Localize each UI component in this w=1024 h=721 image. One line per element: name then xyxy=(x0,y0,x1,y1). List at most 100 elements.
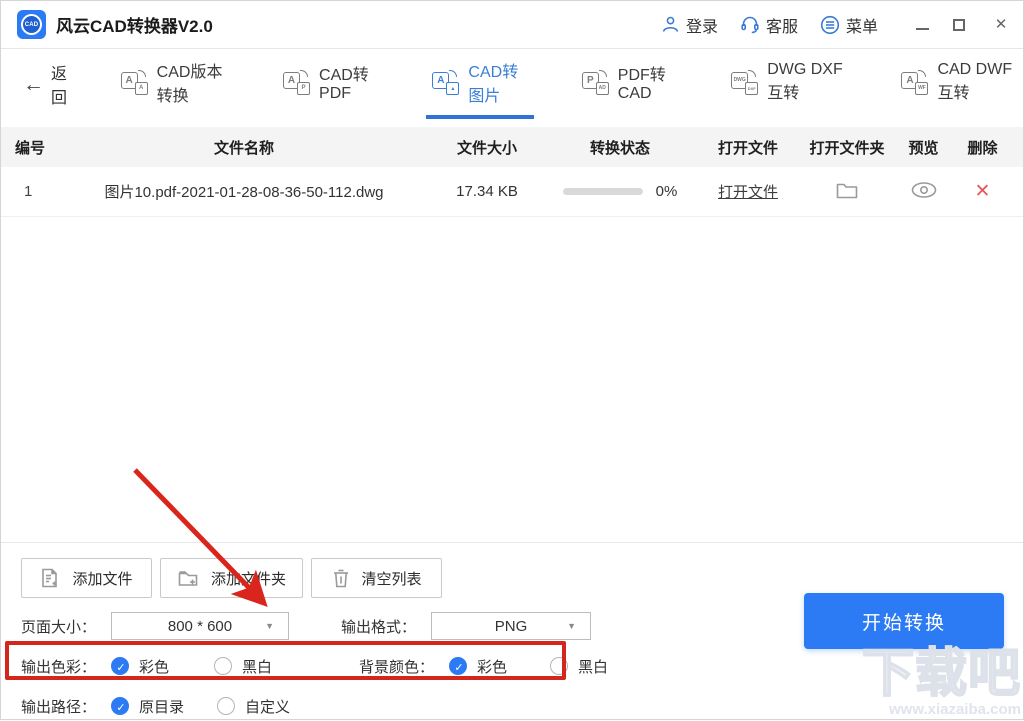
back-arrow-icon: ← xyxy=(23,72,44,96)
tab-label: DWG DXF互转 xyxy=(767,61,843,102)
radio-label: 原目录 xyxy=(139,698,185,716)
col-header-status: 转换状态 xyxy=(589,139,650,157)
radio-label: 黑白 xyxy=(578,658,609,676)
delete-button[interactable]: ✕ xyxy=(975,181,991,202)
radio-checked-icon xyxy=(111,657,130,676)
preview-button[interactable] xyxy=(910,181,938,199)
output-path-radio-original[interactable]: 原目录 xyxy=(111,696,184,717)
tab-cad-to-image[interactable]: A ▴ CAD转图片 xyxy=(426,49,534,119)
login-label: 登录 xyxy=(685,18,718,36)
app-logo-icon: CAD xyxy=(17,10,46,39)
file-list-empty-area xyxy=(1,217,1023,542)
tab-label: CAD转图片 xyxy=(468,64,519,105)
caret-down-icon: ▼ xyxy=(567,621,576,631)
col-header-open-file: 打开文件 xyxy=(717,139,778,157)
tab-cad-version-convert[interactable]: AA CAD版本转换 xyxy=(115,49,235,119)
open-folder-button[interactable] xyxy=(835,180,859,200)
bg-color-radio-color[interactable]: 彩色 xyxy=(449,656,507,677)
cad-to-pdf-icon: AP xyxy=(283,69,311,95)
add-folder-icon xyxy=(178,571,198,586)
radio-unchecked-icon xyxy=(550,657,569,675)
minimize-button[interactable] xyxy=(916,27,929,30)
pdf-to-cad-icon: P AD xyxy=(581,69,609,95)
output-path-radio-custom[interactable]: 自定义 xyxy=(217,696,290,717)
tab-cad-to-pdf[interactable]: AP CAD转PDF xyxy=(277,49,384,119)
caret-down-icon: ▼ xyxy=(265,621,274,631)
user-icon xyxy=(662,16,679,32)
row-filename: 图片10.pdf-2021-01-28-08-36-50-112.dwg xyxy=(104,184,384,201)
clear-list-label: 清空列表 xyxy=(361,570,422,588)
tab-label: CAD转PDF xyxy=(319,67,369,102)
row-status-cell: 0% xyxy=(547,183,693,200)
row-filesize: 17.34 KB xyxy=(456,183,518,200)
clear-list-button[interactable]: 清空列表 xyxy=(311,558,443,598)
cad-dwf-convert-icon: A WF xyxy=(901,69,929,95)
radio-label: 彩色 xyxy=(477,658,508,676)
radio-label: 自定义 xyxy=(245,698,291,716)
bg-color-label: 背景颜色： xyxy=(359,658,435,676)
output-path-label: 输出路径： xyxy=(21,698,97,716)
tab-dwg-dxf-convert[interactable]: DWG DXF DWG DXF互转 xyxy=(725,49,853,119)
radio-label: 黑白 xyxy=(242,658,273,676)
menu-label: 菜单 xyxy=(845,18,878,36)
dwg-dxf-convert-icon: DWG DXF xyxy=(731,69,759,95)
cad-converter-window: { "titlebar": { "app_title": "风云CAD转换器V2… xyxy=(0,0,1024,720)
folder-icon xyxy=(836,183,858,198)
page-size-dropdown[interactable]: 800 * 600 ▼ xyxy=(111,612,289,640)
title-bar: CAD 风云CAD转换器V2.0 登录 客服 菜单 ✕ xyxy=(1,1,1023,49)
radio-unchecked-icon xyxy=(217,697,236,715)
radio-checked-icon xyxy=(111,697,130,716)
open-file-link[interactable]: 打开文件 xyxy=(718,184,778,201)
bg-color-radio-bw[interactable]: 黑白 xyxy=(550,656,608,677)
output-format-label: 输出格式： xyxy=(341,618,417,636)
tab-label: PDF转CAD xyxy=(617,67,666,102)
customer-service-button[interactable]: 客服 xyxy=(740,13,798,37)
add-folder-button[interactable]: 添加文件夹 xyxy=(160,558,304,598)
menu-icon xyxy=(820,15,840,34)
col-header-preview: 预览 xyxy=(908,139,939,157)
output-color-radio-color[interactable]: 彩色 xyxy=(111,656,169,677)
col-header-id: 编号 xyxy=(15,139,46,157)
tab-label: CAD DWF互转 xyxy=(937,61,1013,102)
login-button[interactable]: 登录 xyxy=(661,13,718,37)
cad-to-image-icon: A ▴ xyxy=(432,69,460,95)
progress-bar xyxy=(562,188,643,195)
trash-icon xyxy=(333,569,348,587)
table-row: 1 图片10.pdf-2021-01-28-08-36-50-112.dwg 1… xyxy=(1,167,1023,217)
service-label: 客服 xyxy=(765,18,798,36)
table-header: 编号 文件名称 文件大小 转换状态 打开文件 打开文件夹 预览 删除 xyxy=(1,127,1023,167)
eye-icon xyxy=(911,181,936,198)
cad-version-convert-icon: AA xyxy=(120,69,148,95)
row-id: 1 xyxy=(24,183,33,200)
add-file-icon xyxy=(42,568,58,588)
close-button[interactable]: ✕ xyxy=(993,17,1009,32)
page-size-label: 页面大小： xyxy=(21,618,97,636)
maximize-button[interactable] xyxy=(953,18,965,31)
tab-bar: ← 返回 AA CAD版本转换 AP CAD转PDF A ▴ CAD转图片 P AD… xyxy=(1,49,1023,119)
output-format-value: PNG xyxy=(494,617,528,635)
bottom-panel: 添加文件 添加文件夹 清空列表 页面大小： 800 * 600 ▼ 输出格式： … xyxy=(1,542,1023,721)
tab-label: CAD版本转换 xyxy=(156,64,223,105)
output-color-label: 输出色彩： xyxy=(21,658,97,676)
progress-percent: 0% xyxy=(655,183,678,200)
back-button[interactable]: ← 返回 xyxy=(23,49,75,119)
tab-cad-dwf-convert[interactable]: A WF CAD DWF互转 xyxy=(895,49,1023,119)
app-title: 风云CAD转换器V2.0 xyxy=(56,17,213,36)
add-file-label: 添加文件 xyxy=(72,570,133,588)
col-header-filename: 文件名称 xyxy=(213,139,274,157)
radio-checked-icon xyxy=(449,657,468,676)
add-file-button[interactable]: 添加文件 xyxy=(21,558,152,598)
page-size-value: 800 * 600 xyxy=(167,617,233,635)
menu-button[interactable]: 菜单 xyxy=(820,13,878,37)
col-header-open-folder: 打开文件夹 xyxy=(809,139,885,157)
col-header-delete: 删除 xyxy=(967,139,998,157)
output-color-radio-bw[interactable]: 黑白 xyxy=(214,656,272,677)
output-format-dropdown[interactable]: PNG ▼ xyxy=(431,612,591,640)
add-folder-label: 添加文件夹 xyxy=(211,570,287,588)
radio-unchecked-icon xyxy=(214,657,233,675)
start-convert-button[interactable]: 开始转换 xyxy=(804,593,1004,649)
headset-icon xyxy=(741,16,759,34)
tab-pdf-to-cad[interactable]: P AD PDF转CAD xyxy=(576,49,683,119)
col-header-size: 文件大小 xyxy=(456,139,517,157)
back-label: 返回 xyxy=(51,66,68,107)
